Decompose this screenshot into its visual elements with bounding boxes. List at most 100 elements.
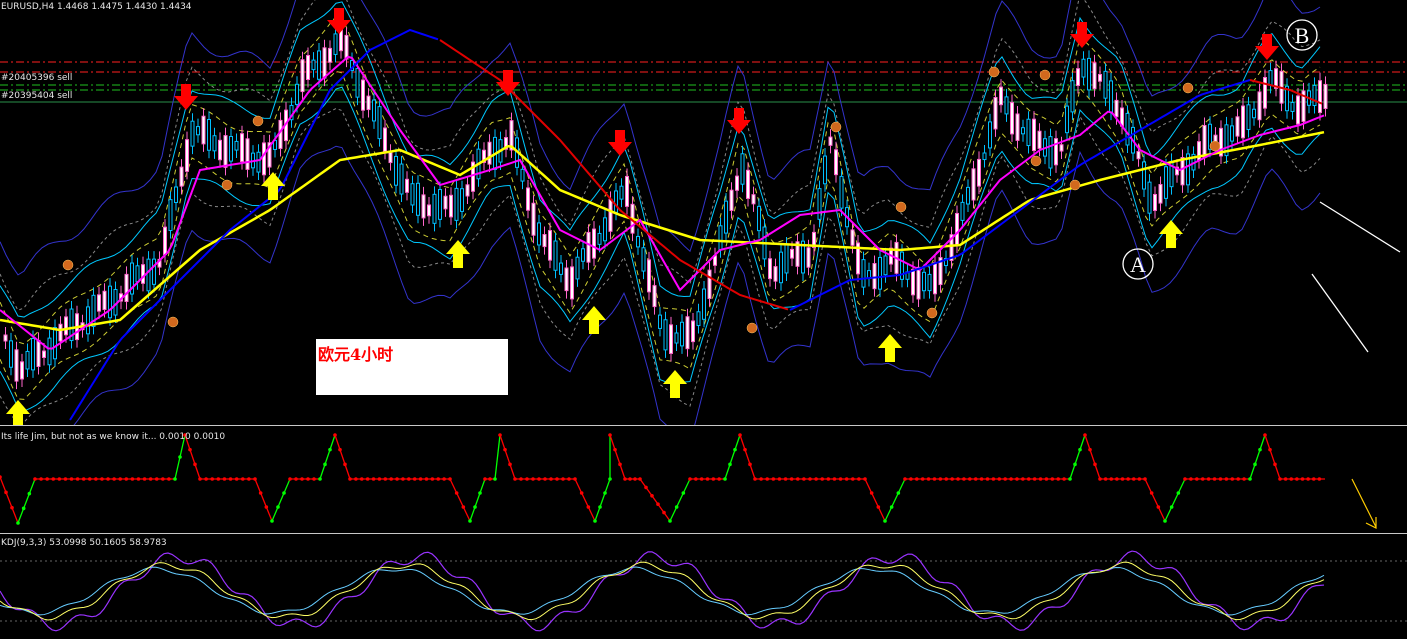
oscillator-dot xyxy=(537,477,541,481)
candle-body xyxy=(366,95,371,111)
oscillator-dot xyxy=(27,491,32,496)
candle-body xyxy=(1098,73,1102,82)
candle-body xyxy=(746,169,750,199)
oscillator-dot xyxy=(1050,477,1055,481)
oscillator-dot xyxy=(1295,477,1299,481)
oscillator-dot xyxy=(333,433,337,437)
candle-body xyxy=(185,139,189,172)
candle-body xyxy=(850,229,855,246)
point-b-label: B xyxy=(1295,23,1310,48)
oscillator-dot xyxy=(1212,477,1217,481)
candle-body xyxy=(570,266,574,300)
oscillator-dot xyxy=(932,477,937,481)
oscillator-dot xyxy=(87,477,92,481)
oscillator-dot xyxy=(1093,462,1097,467)
candle-body xyxy=(702,288,706,320)
candle-body xyxy=(619,185,624,200)
candle-body xyxy=(1136,151,1141,160)
candle-body xyxy=(927,273,932,292)
oscillator-segment xyxy=(574,478,596,522)
price-chart-canvas[interactable]: AB xyxy=(0,0,1407,425)
oscillator-dot xyxy=(234,477,239,481)
candle-body xyxy=(405,178,409,193)
candle-body xyxy=(1268,70,1273,86)
candle-body xyxy=(86,306,90,335)
oscillator-dot xyxy=(383,477,388,481)
oscillator-dot xyxy=(106,477,110,481)
fractal-marker-icon xyxy=(746,322,758,334)
candle-body xyxy=(1180,157,1185,186)
candle-body xyxy=(1246,104,1251,131)
oscillator-dot xyxy=(1062,477,1066,481)
candle-body xyxy=(553,240,558,271)
oscillator-dot xyxy=(863,477,867,481)
oscillator-segment xyxy=(499,434,516,480)
candle-body xyxy=(1037,130,1042,149)
oscillator-dot xyxy=(1258,447,1262,452)
candle-body xyxy=(1059,144,1064,152)
oscillator-dot xyxy=(1283,477,1288,481)
candle-body xyxy=(262,142,266,176)
candle-body xyxy=(1021,127,1025,135)
oscillator-segment xyxy=(1249,434,1266,480)
pane-separator-1[interactable] xyxy=(0,425,1407,426)
oscillator-dot xyxy=(1253,462,1257,467)
candle-body xyxy=(361,79,365,111)
candle-body xyxy=(1004,96,1009,115)
oscillator-dot xyxy=(294,477,298,481)
oscillator-dot xyxy=(638,477,642,481)
oscillator-dot xyxy=(318,477,322,481)
oscillator-dot xyxy=(448,477,452,481)
candle-body xyxy=(839,175,844,209)
candle-body xyxy=(1318,80,1322,114)
candle-body xyxy=(1323,83,1328,110)
kdj-j-line xyxy=(0,550,1325,632)
candle-body xyxy=(240,133,244,163)
oscillator-dot xyxy=(876,505,881,509)
oscillator-segment xyxy=(884,478,906,522)
oscillator-dot xyxy=(914,477,919,481)
candle-body xyxy=(256,151,261,173)
oscillator-dot xyxy=(944,477,949,481)
candle-body xyxy=(966,186,970,205)
oscillator-dot xyxy=(1200,477,1205,481)
kdj-pane[interactable]: KDJ(9,3,3) 53.0998 50.1605 58.9783 xyxy=(0,535,1407,639)
order-label-2: #20395404 sell xyxy=(1,91,73,101)
oscillator-dot xyxy=(193,462,197,467)
kdj-canvas[interactable] xyxy=(0,535,1407,639)
oscillator-dot xyxy=(869,491,874,495)
oscillator-dot xyxy=(968,477,972,481)
oscillator-pane[interactable]: Its life Jim, but not as we know it... 0… xyxy=(0,427,1407,533)
candle-body xyxy=(768,258,772,280)
annotation-text: 欧元4小时 xyxy=(318,345,394,364)
oscillator-dot xyxy=(699,477,704,481)
fractal-marker-icon xyxy=(830,121,842,133)
price-chart-pane[interactable]: AB EURUSD,H4 1.4468 1.4475 1.4430 1.4434… xyxy=(0,0,1407,425)
oscillator-dot xyxy=(210,477,215,481)
annotation-box: 欧元4小时 xyxy=(316,339,508,395)
oscillator-dot xyxy=(985,477,990,481)
oscillator-dot xyxy=(300,477,304,481)
candle-body xyxy=(735,175,739,191)
candle-body xyxy=(1257,91,1262,121)
oscillator-dot xyxy=(45,477,49,481)
oscillator-dot xyxy=(1120,477,1125,481)
candle-body xyxy=(9,340,13,368)
oscillator-canvas[interactable] xyxy=(0,427,1407,533)
oscillator-dot xyxy=(407,477,411,481)
candle-body xyxy=(548,230,552,261)
oscillator-dot xyxy=(1021,477,1025,481)
oscillator-dot xyxy=(1169,505,1174,509)
oscillator-dot xyxy=(997,477,1002,481)
candle-body xyxy=(1263,76,1267,109)
pane-separator-2[interactable] xyxy=(0,533,1407,534)
oscillator-arrow-line xyxy=(1351,478,1377,528)
oscillator-dot xyxy=(1218,477,1223,481)
oscillator-dot xyxy=(618,462,622,467)
buy-arrow-icon xyxy=(1159,220,1183,248)
oscillator-dot xyxy=(1156,505,1161,509)
candle-body xyxy=(465,184,470,197)
oscillator-segment xyxy=(334,434,351,480)
candle-body xyxy=(592,228,596,259)
oscillator-dot xyxy=(573,477,577,481)
